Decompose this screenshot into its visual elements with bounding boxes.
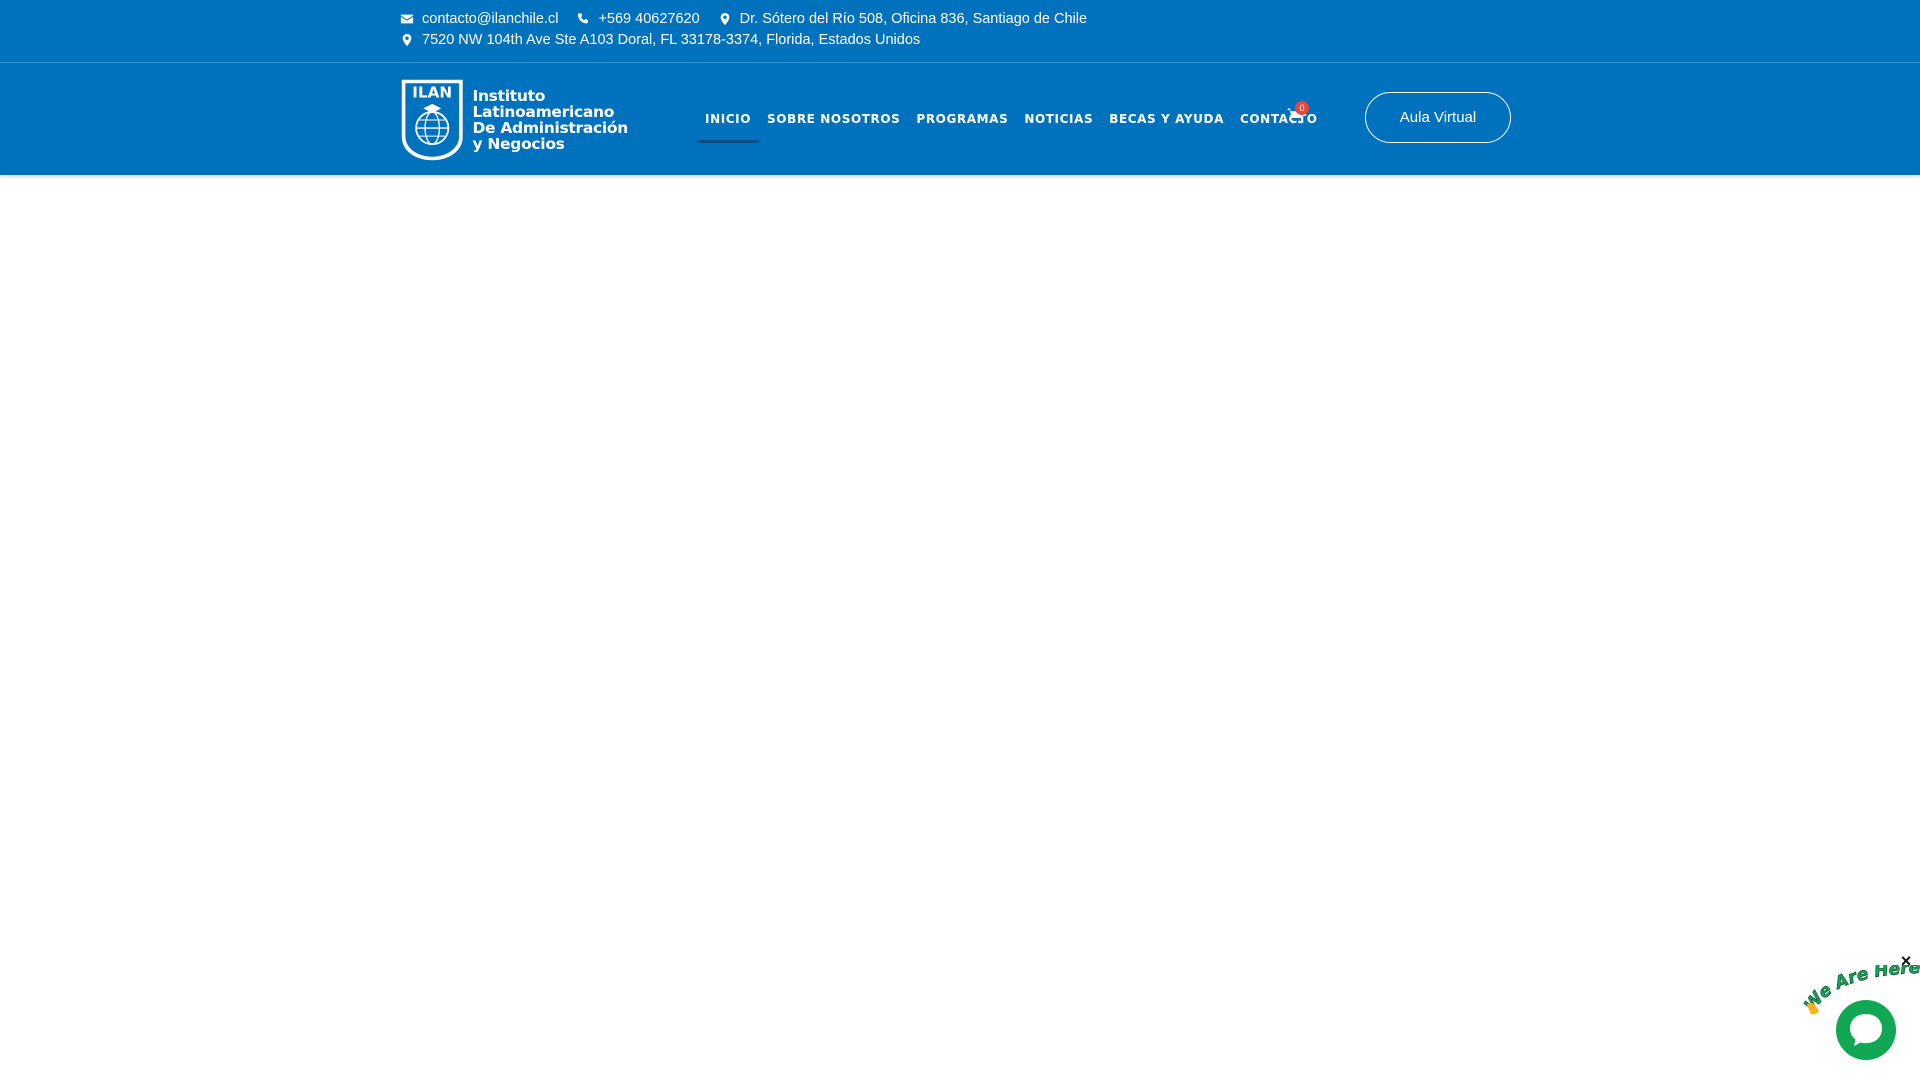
- phone-contact[interactable]: +569 40627620: [576, 11, 700, 27]
- envelope-icon: [400, 14, 414, 24]
- phone-text[interactable]: +569 40627620: [598, 11, 699, 27]
- nav-item-contacto[interactable]: CONTACTO: [1232, 63, 1326, 175]
- nav-item-inicio[interactable]: INICIO: [697, 63, 760, 175]
- logo-line: Instituto: [472, 87, 546, 105]
- email-contact[interactable]: contacto@ilanchile.cl: [400, 11, 558, 27]
- aula-virtual-button[interactable]: Aula Virtual: [1365, 92, 1511, 143]
- nav-item-sobre-nosotros[interactable]: SOBRE NOSOTROS: [759, 63, 908, 175]
- cart-count-badge: 0: [1295, 101, 1309, 115]
- logo-line: y Negocios: [472, 135, 565, 153]
- map-pin-icon: [402, 33, 412, 47]
- address-chile: Dr. Sótero del Río 508, Oficina 836, San…: [718, 11, 1087, 27]
- chat-open-button[interactable]: [1836, 1000, 1896, 1060]
- logo-badge: ILAN: [412, 84, 452, 102]
- logo-line: De Administración: [472, 119, 628, 137]
- chat-close-button[interactable]: ×: [1898, 952, 1914, 970]
- chat-bubble-icon: [1850, 1014, 1882, 1046]
- site-logo[interactable]: ILAN Instituto Latinoamericano De Admini…: [400, 73, 628, 167]
- phone-icon: [578, 13, 589, 24]
- logo-wordmark: Instituto Latinoamericano De Administrac…: [472, 88, 628, 152]
- main-navigation: INICIO SOBRE NOSOTROS PROGRAMAS NOTICIAS…: [697, 63, 1326, 175]
- nav-item-noticias[interactable]: NOTICIAS: [1016, 63, 1101, 175]
- main-header: ILAN Instituto Latinoamericano De Admini…: [0, 63, 1920, 175]
- map-pin-icon: [720, 12, 730, 26]
- top-info-bar: contacto@ilanchile.cl +569 40627620 Dr. …: [0, 0, 1920, 63]
- nav-item-becas-y-ayuda[interactable]: BECAS Y AYUDA: [1101, 63, 1232, 175]
- nav-item-programas[interactable]: PROGRAMAS: [908, 63, 1016, 175]
- address-usa: 7520 NW 104th Ave Ste A103 Doral, FL 331…: [400, 32, 920, 48]
- address-usa-text: 7520 NW 104th Ave Ste A103 Doral, FL 331…: [422, 32, 921, 48]
- ilan-shield-logo: ILAN: [401, 79, 463, 161]
- cart-button[interactable]: 0: [1286, 101, 1309, 129]
- email-text[interactable]: contacto@ilanchile.cl: [422, 11, 558, 27]
- logo-line: Latinoamericano: [472, 103, 615, 121]
- address-chile-text: Dr. Sótero del Río 508, Oficina 836, San…: [739, 11, 1088, 27]
